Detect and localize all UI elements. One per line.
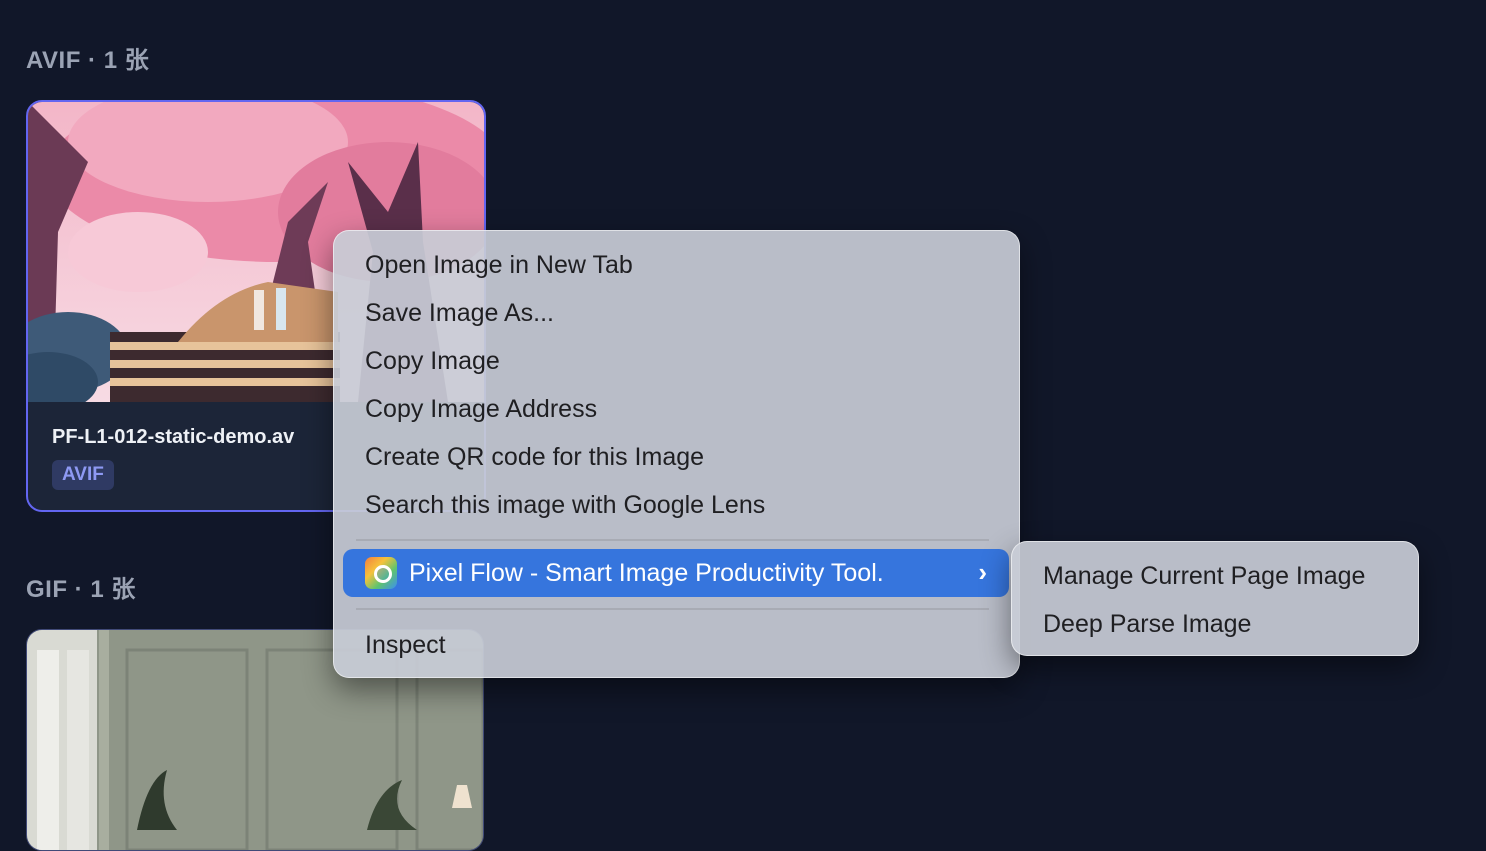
pixel-flow-label: Pixel Flow - Smart Image Productivity To… [409,559,884,587]
section-title-avif: AVIF · 1 张 [26,47,150,74]
menu-item-google-lens[interactable]: Search this image with Google Lens [365,491,765,520]
menu-separator [356,608,989,610]
submenu-item-deep-parse-image[interactable]: Deep Parse Image [1043,610,1251,639]
card-filename: PF-L1-012-static-demo.av [52,426,295,448]
menu-item-save-image-as[interactable]: Save Image As... [365,299,554,328]
menu-item-open-new-tab[interactable]: Open Image in New Tab [365,251,633,280]
chevron-right-icon: › [978,557,987,587]
context-menu: Open Image in New Tab Save Image As... C… [333,230,1020,678]
menu-item-inspect[interactable]: Inspect [365,631,446,660]
format-badge: AVIF [52,460,114,490]
menu-item-copy-image[interactable]: Copy Image [365,347,500,376]
menu-item-pixel-flow[interactable]: Pixel Flow - Smart Image Productivity To… [343,549,1009,597]
section-title-gif: GIF · 1 张 [26,576,136,603]
menu-separator [356,539,989,541]
menu-item-create-qr-code[interactable]: Create QR code for this Image [365,443,704,472]
submenu-item-manage-page-images[interactable]: Manage Current Page Image [1043,562,1365,591]
menu-item-copy-image-address[interactable]: Copy Image Address [365,395,597,424]
context-submenu: Manage Current Page Image Deep Parse Ima… [1011,541,1419,656]
pixel-flow-app-icon [365,557,397,589]
